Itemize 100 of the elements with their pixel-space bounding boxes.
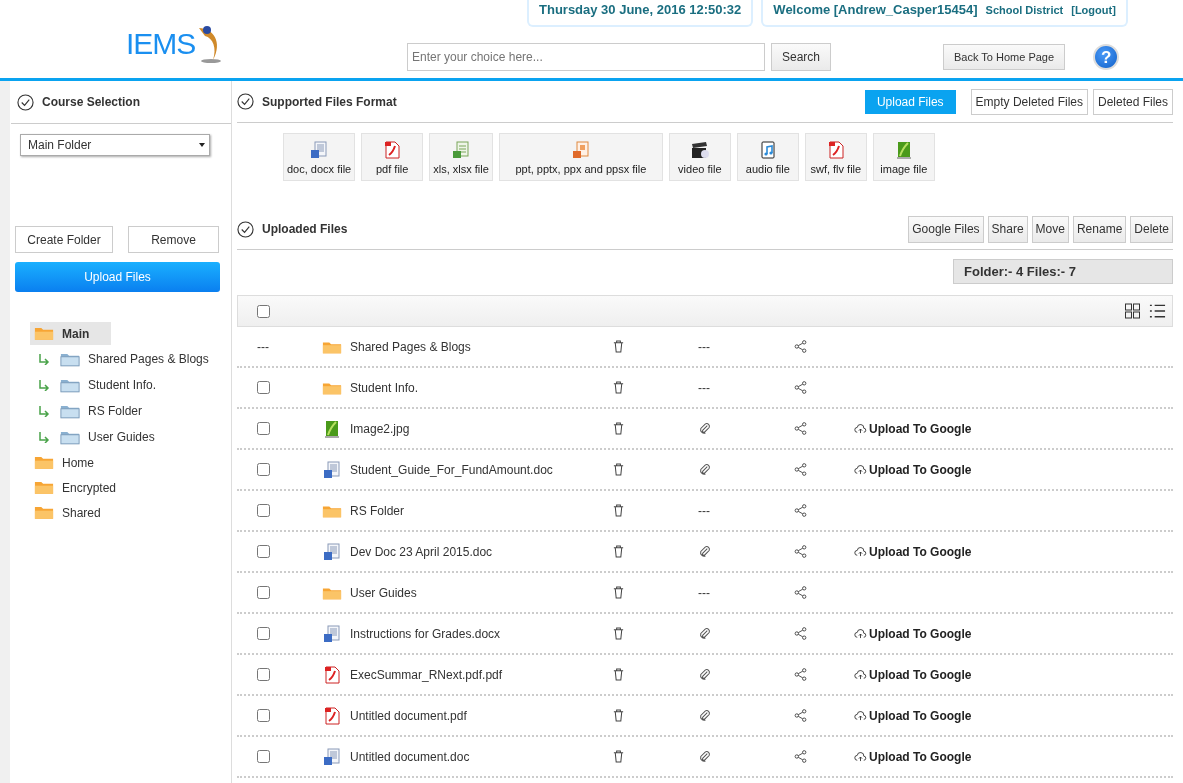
list-view-icon[interactable] bbox=[1149, 303, 1166, 319]
row-checkbox[interactable] bbox=[257, 381, 270, 394]
file-name[interactable]: Untitled document.pdf bbox=[350, 708, 467, 723]
paperclip-icon[interactable] bbox=[698, 750, 711, 763]
trash-icon[interactable] bbox=[612, 586, 625, 599]
document-icon bbox=[322, 541, 342, 562]
share-icon[interactable] bbox=[794, 586, 807, 599]
share-icon[interactable] bbox=[794, 545, 807, 558]
cloud-upload-icon bbox=[854, 464, 867, 475]
cloud-upload-icon bbox=[854, 423, 867, 434]
trash-icon[interactable] bbox=[612, 750, 625, 763]
upload-to-google-link[interactable]: Upload To Google bbox=[854, 421, 972, 436]
share-icon[interactable] bbox=[794, 627, 807, 640]
format-label: ppt, pptx, ppx and ppsx file bbox=[515, 162, 647, 175]
folder-icon bbox=[34, 480, 54, 495]
share-icon[interactable] bbox=[794, 340, 807, 353]
folder-tree-item[interactable]: Encrypted bbox=[30, 476, 121, 499]
folder-tree-item[interactable]: RS Folder bbox=[56, 399, 147, 423]
paperclip-icon[interactable] bbox=[698, 545, 711, 558]
trash-icon[interactable] bbox=[612, 668, 625, 681]
folder-tree-item[interactable]: Shared Pages & Blogs bbox=[56, 347, 213, 371]
document-icon bbox=[322, 459, 342, 480]
trash-icon[interactable] bbox=[612, 627, 625, 640]
section-title: Uploaded Files bbox=[262, 222, 348, 236]
share-icon[interactable] bbox=[794, 750, 807, 763]
row-checkbox[interactable] bbox=[257, 545, 270, 558]
folder-dropdown[interactable]: Main Folder bbox=[20, 134, 210, 156]
folder-icon bbox=[60, 403, 80, 419]
welcome-user-label: Welcome [Andrew_Casper15454] bbox=[773, 2, 978, 17]
trash-icon[interactable] bbox=[612, 545, 625, 558]
toolbar-button[interactable]: Rename bbox=[1072, 215, 1127, 243]
trash-icon[interactable] bbox=[612, 463, 625, 476]
file-name[interactable]: Instructions for Grades.docx bbox=[350, 626, 501, 641]
back-home-button[interactable]: Back To Home Page bbox=[943, 44, 1066, 70]
file-name[interactable]: Student Info. bbox=[350, 380, 419, 395]
file-name[interactable]: ExecSummar_RNext.pdf.pdf bbox=[350, 667, 503, 682]
row-checkbox[interactable] bbox=[257, 668, 270, 681]
file-name[interactable]: Dev Doc 23 April 2015.doc bbox=[350, 544, 493, 559]
placeholder-dashes: --- bbox=[698, 339, 710, 354]
upload-to-google-link[interactable]: Upload To Google bbox=[854, 626, 972, 641]
pdf-icon bbox=[322, 664, 342, 685]
row-checkbox[interactable] bbox=[257, 504, 270, 517]
toolbar-button[interactable]: Share bbox=[987, 215, 1028, 243]
upload-to-google-link[interactable]: Upload To Google bbox=[854, 708, 972, 723]
row-checkbox[interactable] bbox=[257, 627, 270, 640]
paperclip-icon[interactable] bbox=[698, 463, 711, 476]
toolbar-button[interactable]: Delete bbox=[1130, 215, 1173, 243]
select-all-checkbox[interactable] bbox=[257, 304, 270, 318]
file-name[interactable]: Student_Guide_For_FundAmount.doc bbox=[350, 462, 553, 477]
folder-tree-item[interactable]: Home bbox=[30, 451, 98, 474]
logout-link[interactable]: [Logout] bbox=[1071, 4, 1116, 16]
share-icon[interactable] bbox=[794, 463, 807, 476]
paperclip-icon[interactable] bbox=[698, 709, 711, 722]
upload-to-google-link[interactable]: Upload To Google bbox=[854, 544, 972, 559]
paperclip-icon[interactable] bbox=[698, 422, 711, 435]
share-icon[interactable] bbox=[794, 709, 807, 722]
file-name[interactable]: RS Folder bbox=[350, 503, 405, 518]
search-button[interactable]: Search bbox=[771, 43, 832, 71]
toolbar-button[interactable]: Google Files bbox=[908, 215, 984, 243]
share-icon[interactable] bbox=[794, 504, 807, 517]
trash-icon[interactable] bbox=[612, 709, 625, 722]
upload-to-google-link[interactable]: Upload To Google bbox=[854, 462, 972, 477]
folder-tree-item[interactable]: Main bbox=[30, 322, 112, 345]
trash-icon[interactable] bbox=[612, 340, 625, 353]
file-name[interactable]: User Guides bbox=[350, 585, 417, 600]
empty-deleted-button[interactable]: Empty Deleted Files bbox=[970, 88, 1088, 115]
toolbar-button[interactable]: Move bbox=[1031, 215, 1069, 243]
share-icon[interactable] bbox=[794, 381, 807, 394]
file-name[interactable]: Image2.jpg bbox=[350, 421, 410, 436]
upload-to-google-link[interactable]: Upload To Google bbox=[854, 667, 972, 682]
row-checkbox[interactable] bbox=[257, 709, 270, 722]
search-field[interactable]: Enter your choice here... bbox=[407, 43, 765, 71]
row-checkbox[interactable] bbox=[257, 586, 270, 599]
upload-to-google-link[interactable]: Upload To Google bbox=[854, 749, 972, 764]
grid-view-icon[interactable] bbox=[1124, 303, 1141, 319]
pdf-icon bbox=[382, 139, 403, 160]
file-name[interactable]: Shared Pages & Blogs bbox=[350, 339, 471, 354]
trash-icon[interactable] bbox=[612, 504, 625, 517]
file-name[interactable]: Untitled document.doc bbox=[350, 749, 470, 764]
branch-arrow-icon bbox=[38, 379, 50, 391]
folder-tree-item[interactable]: Shared bbox=[30, 501, 105, 524]
folder-file-count: Folder:- 4 Files:- 7 bbox=[953, 259, 1173, 284]
folder-tree-item[interactable]: Student Info. bbox=[56, 373, 161, 397]
trash-icon[interactable] bbox=[612, 381, 625, 394]
share-icon[interactable] bbox=[794, 422, 807, 435]
paperclip-icon[interactable] bbox=[698, 627, 711, 640]
paperclip-icon[interactable] bbox=[698, 668, 711, 681]
remove-button[interactable]: Remove bbox=[128, 226, 219, 253]
placeholder-dashes: --- bbox=[257, 339, 269, 354]
share-icon[interactable] bbox=[794, 668, 807, 681]
create-folder-button[interactable]: Create Folder bbox=[15, 226, 113, 253]
trash-icon[interactable] bbox=[612, 422, 625, 435]
row-checkbox[interactable] bbox=[257, 422, 270, 435]
row-checkbox[interactable] bbox=[257, 463, 270, 476]
branch-arrow-icon bbox=[38, 431, 50, 443]
row-checkbox[interactable] bbox=[257, 750, 270, 763]
cloud-upload-icon bbox=[854, 710, 867, 721]
deleted-files-button[interactable]: Deleted Files bbox=[1092, 88, 1173, 115]
folder-tree-item[interactable]: User Guides bbox=[56, 425, 159, 449]
branch-arrow-icon bbox=[38, 405, 50, 417]
